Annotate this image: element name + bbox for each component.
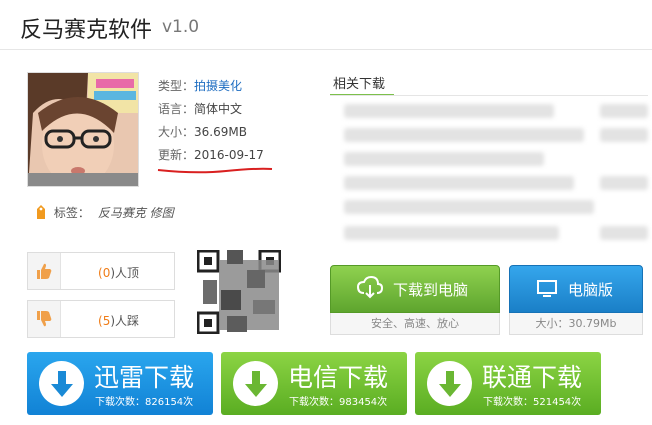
download-count: 下载次数：826154次 bbox=[95, 397, 194, 408]
download-arrow-icon bbox=[427, 361, 472, 406]
related-item[interactable] bbox=[344, 128, 584, 142]
download-count: 下载次数：521454次 bbox=[483, 397, 582, 408]
related-item[interactable] bbox=[344, 152, 544, 166]
telecom-download-button[interactable]: 电信下载 下载次数：983454次 bbox=[221, 352, 407, 415]
qr-code bbox=[196, 249, 282, 335]
related-item[interactable] bbox=[344, 226, 559, 240]
info-update: 更新：2016-09-17 bbox=[158, 148, 264, 162]
download-count: 下载次数：983454次 bbox=[289, 397, 388, 408]
info-type: 类型：拍摄美化 bbox=[158, 79, 243, 93]
version-label: v1.0 bbox=[162, 17, 200, 37]
desktop-version-size: 大小：30.79Mb bbox=[509, 313, 643, 335]
thumbs-up-icon bbox=[28, 253, 61, 289]
download-to-pc-subtext: 安全、高速、放心 bbox=[330, 313, 500, 335]
page-header: 反马赛克软件 v1.0 bbox=[0, 0, 652, 50]
thunder-download-button[interactable]: 迅雷下载 下载次数：826154次 bbox=[27, 352, 213, 415]
download-arrow-icon bbox=[39, 361, 84, 406]
tag-icon bbox=[37, 205, 45, 219]
download-arrow-icon bbox=[233, 361, 278, 406]
related-item[interactable] bbox=[344, 176, 574, 190]
related-item-extra bbox=[600, 128, 648, 142]
related-item-extra bbox=[600, 176, 648, 190]
cloud-download-icon bbox=[356, 275, 384, 304]
related-item-extra bbox=[600, 104, 648, 118]
unicom-download-button[interactable]: 联通下载 下载次数：521454次 bbox=[415, 352, 601, 415]
tags-row: 标签： 反马赛克 修图 bbox=[36, 204, 174, 221]
related-item-extra bbox=[600, 226, 648, 240]
info-language: 语言：简体中文 bbox=[158, 102, 243, 116]
vote-up-button[interactable]: (0)人顶 bbox=[27, 252, 175, 290]
red-underline bbox=[157, 167, 273, 174]
related-item[interactable] bbox=[344, 104, 554, 118]
tags-value[interactable]: 反马赛克 修图 bbox=[98, 206, 174, 220]
related-divider bbox=[330, 95, 648, 96]
download-to-pc-button[interactable]: 下载到电脑 bbox=[330, 265, 500, 313]
info-size: 大小：36.69MB bbox=[158, 125, 247, 139]
app-thumbnail[interactable] bbox=[27, 72, 139, 187]
desktop-version-button[interactable]: 电脑版 bbox=[509, 265, 643, 313]
page-title: 反马赛克软件 bbox=[20, 18, 153, 43]
monitor-icon bbox=[537, 280, 557, 302]
related-item[interactable] bbox=[344, 200, 594, 214]
related-downloads-title: 相关下载 bbox=[333, 77, 386, 92]
thumbs-down-icon bbox=[28, 301, 61, 337]
type-link[interactable]: 拍摄美化 bbox=[194, 79, 242, 93]
vote-down-button[interactable]: (5)人踩 bbox=[27, 300, 175, 338]
